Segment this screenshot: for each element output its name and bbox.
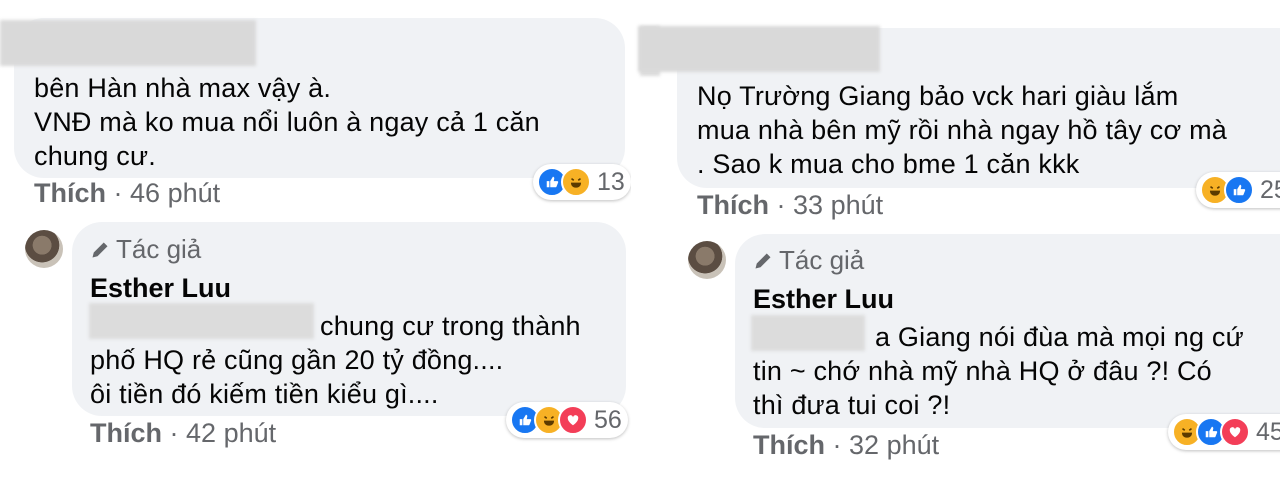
left-reply-meta: Thích · 42 phút [90, 418, 276, 449]
right-reply-like-link[interactable]: Thích [753, 430, 825, 460]
left-reply-text: chung cư trong thành phố HQ rẻ cũng gần … [90, 311, 581, 409]
left-comment-text: bên Hàn nhà max vậy à. VNĐ mà ko mua nổi… [34, 73, 540, 171]
love-reaction-icon [558, 405, 588, 435]
right-reply-time[interactable]: 32 phút [849, 430, 939, 460]
right-reply-author-tag: Tác giả [753, 245, 864, 276]
right-reply-author-name[interactable]: Esther Luu [753, 284, 894, 315]
haha-reaction-icon [561, 167, 591, 197]
left-reply-time[interactable]: 42 phút [186, 418, 276, 448]
left-reply-avatar[interactable] [25, 230, 63, 268]
author-tag-label: Tác giả [779, 245, 865, 275]
like-reaction-icon [1224, 175, 1254, 205]
left-reply-reactions[interactable]: 56 [506, 402, 628, 438]
left-comment-time[interactable]: 46 phút [130, 178, 220, 208]
left-reply-reaction-count: 56 [594, 405, 622, 434]
meta-separator: · [776, 190, 786, 220]
right-comment-meta: Thích · 33 phút [697, 190, 883, 221]
left-comment-meta: Thích · 46 phút [34, 178, 220, 209]
right-commenter-name-redacted [638, 26, 880, 72]
left-comment-reactions[interactable]: 13 [533, 164, 631, 200]
left-comment-reaction-count: 13 [597, 167, 625, 196]
right-comment-like-link[interactable]: Thích [697, 190, 769, 220]
meta-separator: · [169, 418, 179, 448]
left-reply-like-link[interactable]: Thích [90, 418, 162, 448]
right-reply-meta: Thích · 32 phút [753, 430, 939, 461]
pencil-icon [92, 242, 108, 257]
right-comment-reactions[interactable]: 25 [1196, 172, 1280, 208]
meta-separator: · [832, 430, 842, 460]
right-reply-text: a Giang nói đùa mà mọi ng cứ tin ~ chớ n… [753, 322, 1244, 420]
right-reply-reaction-count: 45 [1256, 417, 1280, 446]
left-comment-like-link[interactable]: Thích [34, 178, 106, 208]
right-comment-reaction-count: 25 [1260, 175, 1280, 204]
right-reply-avatar[interactable] [688, 241, 726, 279]
left-reply-author-name[interactable]: Esther Luu [90, 273, 231, 304]
right-comment-text: Nọ Trường Giang bảo vck hari giàu lắm mu… [697, 81, 1227, 179]
left-reply-author-tag: Tác giả [90, 234, 201, 265]
author-tag-label: Tác giả [116, 234, 202, 264]
panel-divider [631, 0, 637, 496]
love-reaction-icon [1220, 417, 1250, 447]
pencil-icon [755, 253, 771, 268]
right-comment-time[interactable]: 33 phút [793, 190, 883, 220]
left-commenter-name-redacted [0, 20, 256, 66]
meta-separator: · [113, 178, 123, 208]
right-reply-reactions[interactable]: 45 [1168, 414, 1280, 450]
